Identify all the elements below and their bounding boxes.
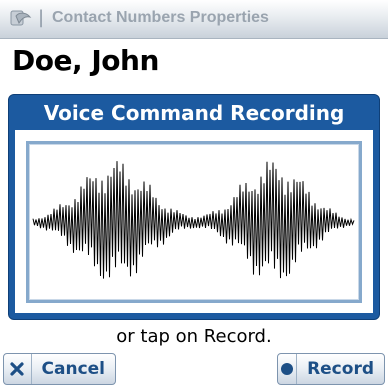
cancel-label: Cancel <box>41 359 105 379</box>
palm-app-icon <box>10 10 32 26</box>
title-bar: | Contact Numbers Properties <box>0 0 388 39</box>
title-separator: | <box>38 7 45 28</box>
waveform-graphic <box>32 161 355 279</box>
close-x-icon <box>4 354 32 384</box>
waveform-display <box>26 141 362 303</box>
record-button[interactable]: Record <box>277 353 385 385</box>
waveform-line <box>32 161 355 279</box>
panel-heading: Voice Command Recording <box>43 101 345 125</box>
window-title: Contact Numbers Properties <box>52 9 269 26</box>
record-dot-icon <box>278 354 298 384</box>
contact-name: Doe, John <box>12 44 159 77</box>
instruction-text: or tap on Record. <box>116 326 272 347</box>
record-label: Record <box>307 359 374 379</box>
cancel-button[interactable]: Cancel <box>3 353 116 385</box>
